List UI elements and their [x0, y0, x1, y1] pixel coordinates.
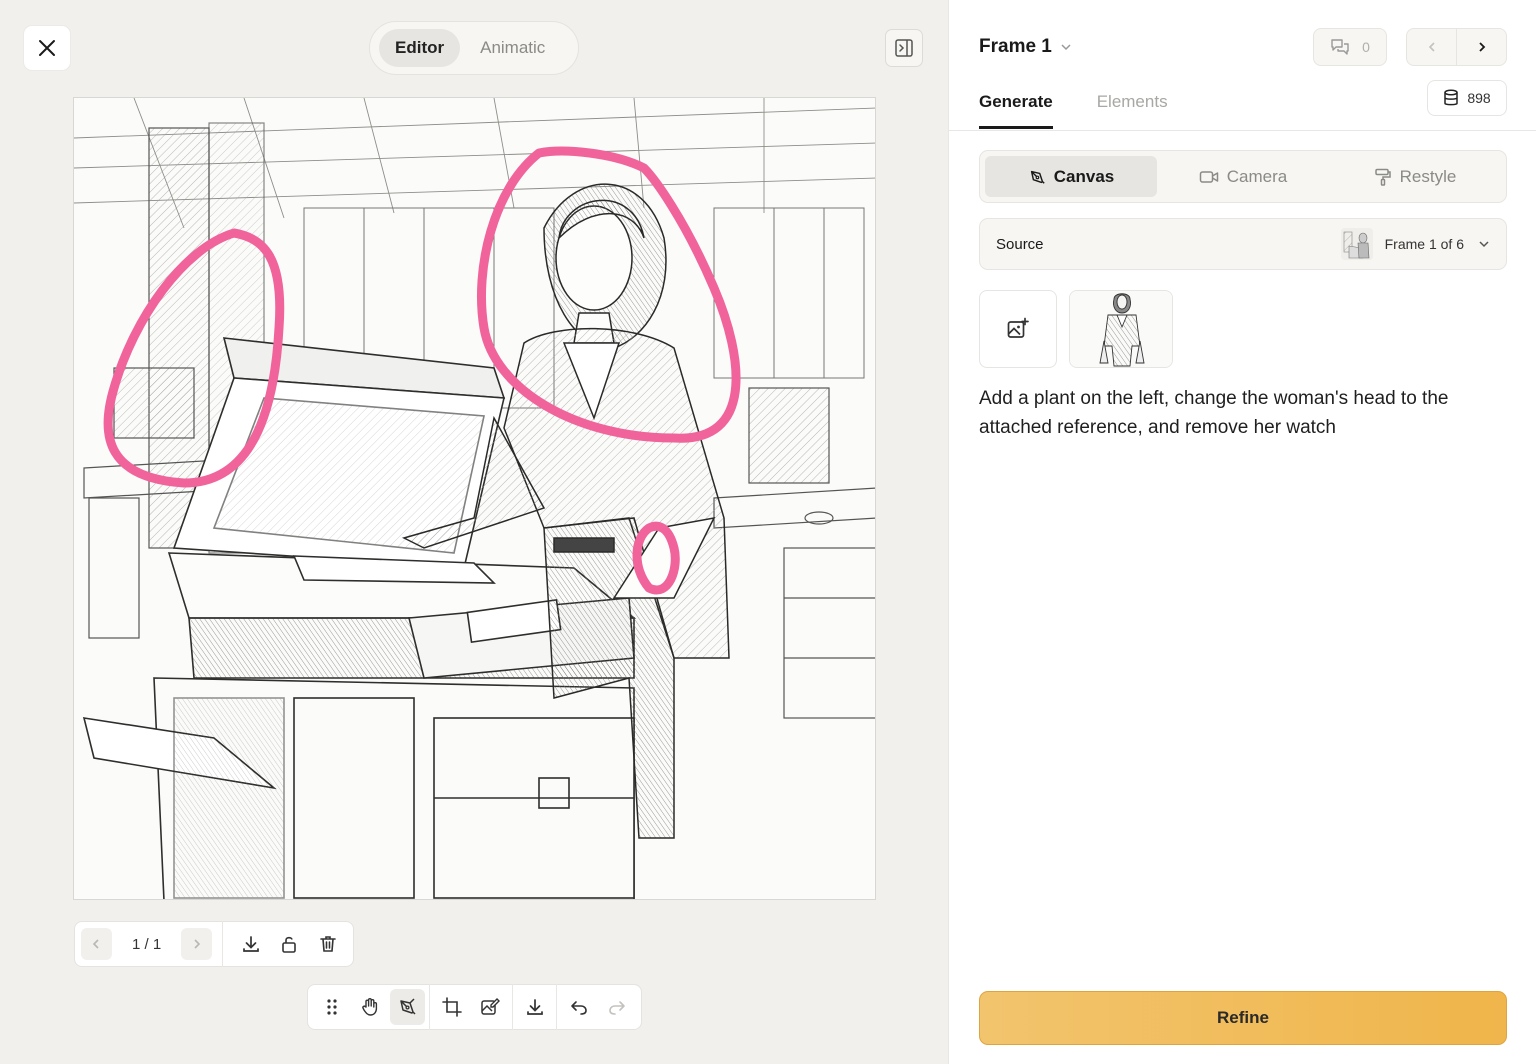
- unlock-button[interactable]: [270, 924, 309, 964]
- close-button[interactable]: [24, 26, 70, 70]
- source-thumbnail: [1340, 228, 1373, 260]
- tab-elements[interactable]: Elements: [1097, 92, 1168, 129]
- add-image-icon: [1007, 317, 1029, 338]
- divider: [222, 921, 224, 967]
- pen-tool-icon: [1030, 170, 1045, 184]
- pan-tool-button[interactable]: [352, 989, 388, 1025]
- refine-button[interactable]: Refine: [979, 991, 1507, 1045]
- delete-button[interactable]: [308, 924, 347, 964]
- frame-pager: 1 / 1: [74, 921, 354, 967]
- mode-restyle-label: Restyle: [1399, 166, 1457, 186]
- prev-frame-button[interactable]: [1407, 29, 1456, 65]
- source-value: Frame 1 of 6: [1384, 236, 1464, 252]
- add-reference-button[interactable]: [979, 290, 1057, 368]
- chevron-right-icon: [1478, 42, 1485, 52]
- page-count: 1 / 1: [132, 935, 162, 953]
- pen-tool-button[interactable]: [389, 989, 426, 1025]
- undo-icon: [571, 1001, 588, 1015]
- prev-page-button[interactable]: [81, 928, 112, 960]
- source-label: Source: [996, 235, 1044, 253]
- frame-selector[interactable]: Frame 1: [979, 36, 1072, 58]
- comments-icon: [1331, 39, 1349, 55]
- divider: [511, 984, 513, 1030]
- hand-icon: [361, 998, 377, 1016]
- mode-editor-button[interactable]: Editor: [379, 29, 461, 67]
- credits-badge[interactable]: 898: [1427, 80, 1507, 116]
- generation-mode-selector: Canvas Camera Restyle: [979, 150, 1507, 203]
- mode-camera-button[interactable]: Camera: [1157, 156, 1329, 197]
- drawing-toolbar: [307, 984, 642, 1030]
- reference-thumbnail[interactable]: [1069, 290, 1173, 368]
- chevron-left-icon: [93, 939, 100, 949]
- frame-navigation: [1406, 28, 1507, 66]
- export-button[interactable]: [517, 989, 553, 1025]
- mode-restyle-button[interactable]: Restyle: [1329, 156, 1501, 197]
- tab-generate[interactable]: Generate: [979, 92, 1053, 129]
- image-edit-icon: [481, 998, 500, 1015]
- comments-button[interactable]: 0: [1313, 28, 1387, 66]
- toggle-panel-button[interactable]: [885, 29, 923, 67]
- office-sketch-image: [74, 98, 875, 899]
- editor-area: Editor Animatic 1 / 1: [0, 0, 948, 1064]
- paint-roller-icon: [1374, 168, 1391, 186]
- next-frame-button[interactable]: [1456, 29, 1506, 65]
- reference-images: [979, 290, 1173, 368]
- download-icon: [526, 999, 543, 1015]
- drag-handle[interactable]: [314, 989, 350, 1025]
- pen-tool-icon: [400, 998, 416, 1015]
- crop-button[interactable]: [434, 989, 470, 1025]
- mode-canvas-button[interactable]: Canvas: [985, 156, 1157, 197]
- comments-count: 0: [1362, 39, 1370, 55]
- chevron-down-icon: [1061, 44, 1071, 51]
- panel-tabs: Generate Elements: [979, 92, 1168, 129]
- mode-animatic-button[interactable]: Animatic: [464, 29, 561, 67]
- video-camera-icon: [1199, 170, 1219, 183]
- frame-title: Frame 1: [979, 36, 1052, 57]
- next-page-button[interactable]: [181, 928, 213, 960]
- woman-reference-image: [1070, 291, 1172, 367]
- replace-image-button[interactable]: [472, 989, 508, 1025]
- grip-icon: [327, 999, 337, 1015]
- divider: [949, 130, 1536, 131]
- generate-panel: Frame 1 0 898 Generate Elements Canvas C…: [948, 0, 1536, 1064]
- download-button[interactable]: [231, 924, 270, 964]
- prompt-text[interactable]: Add a plant on the left, change the woma…: [979, 384, 1509, 442]
- divider: [429, 984, 431, 1030]
- download-icon: [242, 936, 259, 952]
- sidebar-collapse-icon: [895, 39, 913, 57]
- undo-button[interactable]: [561, 989, 597, 1025]
- source-selector[interactable]: Source Frame 1 of 6: [979, 218, 1507, 270]
- chevron-down-icon: [1479, 241, 1489, 248]
- divider: [556, 984, 558, 1030]
- mode-canvas-label: Canvas: [1053, 166, 1115, 186]
- close-icon: [39, 40, 55, 56]
- unlock-icon: [282, 936, 296, 953]
- database-icon: [1444, 89, 1459, 106]
- editor-mode-toggle: Editor Animatic: [369, 21, 579, 75]
- redo-icon: [609, 1001, 625, 1015]
- chevron-left-icon: [1428, 42, 1435, 52]
- crop-icon: [442, 997, 462, 1017]
- trash-icon: [319, 936, 336, 952]
- sketch-canvas[interactable]: [73, 97, 876, 900]
- credits-count: 898: [1467, 90, 1491, 106]
- mode-camera-label: Camera: [1226, 166, 1288, 186]
- chevron-right-icon: [194, 939, 200, 949]
- redo-button[interactable]: [599, 989, 635, 1025]
